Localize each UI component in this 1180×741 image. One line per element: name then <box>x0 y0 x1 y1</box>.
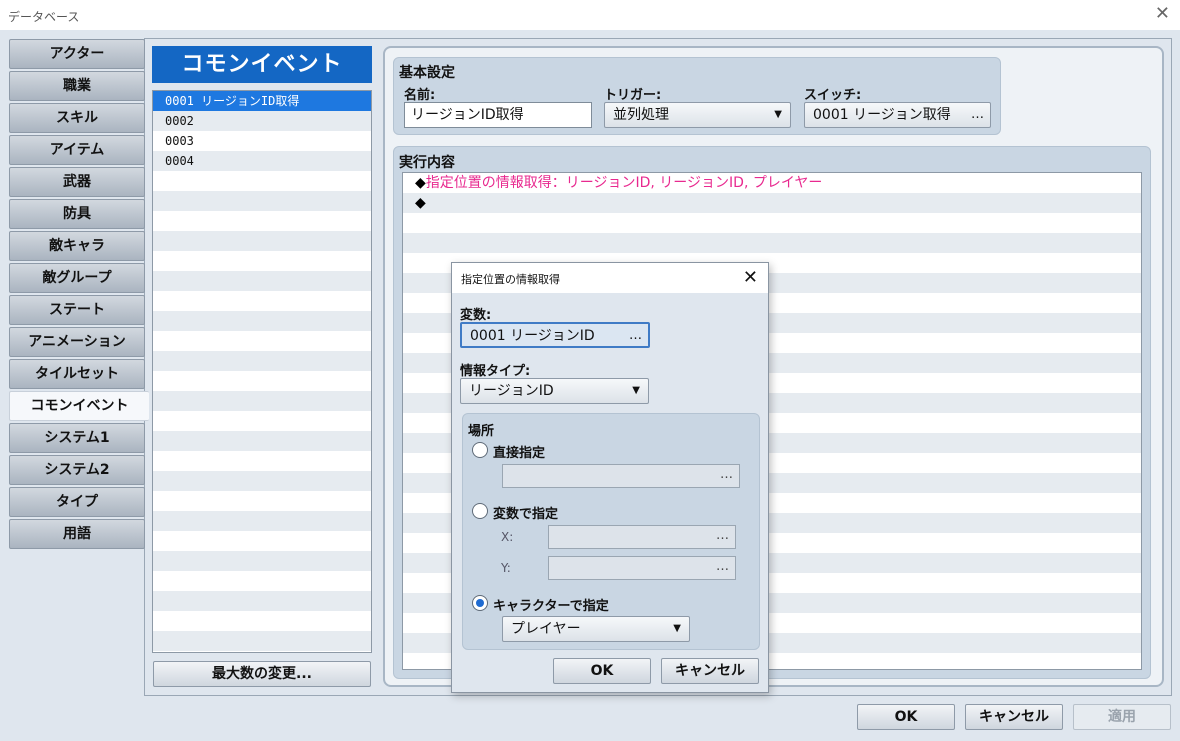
name-label: 名前: <box>404 88 436 103</box>
switch-label: スイッチ: <box>804 88 862 103</box>
direct-radio[interactable] <box>472 442 488 458</box>
variable-value: 0001 リージョンID <box>470 328 595 344</box>
list-item[interactable]: 0003 <box>153 131 371 151</box>
dialog-ok-button[interactable]: OK <box>553 658 651 684</box>
trigger-value: 並列処理 <box>613 107 669 123</box>
list-item[interactable]: 0001 リージョンID取得 <box>153 91 371 111</box>
ok-button[interactable]: OK <box>857 704 955 730</box>
tab-animation[interactable]: アニメーション <box>9 327 145 357</box>
location-label: 場所 <box>468 424 495 439</box>
x-variable-field[interactable]: … <box>548 525 736 549</box>
character-value: プレイヤー <box>511 621 581 637</box>
tab-troop[interactable]: 敵グループ <box>9 263 145 293</box>
tab-tileset[interactable]: タイルセット <box>9 359 145 389</box>
command-text: 指定位置の情報取得：リージョンID, リージョンID, プレイヤー <box>425 175 823 191</box>
cancel-button[interactable]: キャンセル <box>965 704 1063 730</box>
chevron-down-icon: ▼ <box>673 623 681 634</box>
switch-value: 0001 リージョン取得 <box>813 107 951 123</box>
by-variable-label: 変数で指定 <box>493 507 559 522</box>
tab-system1[interactable]: システム1 <box>9 423 145 453</box>
tab-state[interactable]: ステート <box>9 295 145 325</box>
location-group: 場所 直接指定 … 変数で指定 X: … Y: … キャラクターで指定 プレイヤ… <box>462 413 760 650</box>
by-variable-radio[interactable] <box>472 503 488 519</box>
tab-type[interactable]: タイプ <box>9 487 145 517</box>
dialog-titlebar: 指定位置の情報取得 ✕ <box>452 263 768 293</box>
ellipsis-icon[interactable]: … <box>629 324 642 348</box>
ellipsis-icon[interactable]: … <box>971 103 984 127</box>
diamond-icon: ◆ <box>415 175 426 191</box>
switch-picker[interactable]: 0001 リージョン取得 … <box>804 102 991 128</box>
command-row[interactable]: ◆ <box>403 193 1141 213</box>
tab-skill[interactable]: スキル <box>9 103 145 133</box>
tab-class[interactable]: 職業 <box>9 71 145 101</box>
character-select[interactable]: プレイヤー ▼ <box>502 616 690 642</box>
tab-enemy[interactable]: 敵キャラ <box>9 231 145 261</box>
tab-system2[interactable]: システム2 <box>9 455 145 485</box>
get-location-info-dialog: 指定位置の情報取得 ✕ 変数: 0001 リージョンID … 情報タイプ: リー… <box>451 262 769 693</box>
close-icon[interactable]: ✕ <box>1155 4 1170 24</box>
apply-button[interactable]: 適用 <box>1073 704 1171 730</box>
dialog-cancel-button[interactable]: キャンセル <box>661 658 759 684</box>
ellipsis-icon: … <box>716 559 729 574</box>
dialog-title: 指定位置の情報取得 <box>461 273 560 286</box>
tab-weapon[interactable]: 武器 <box>9 167 145 197</box>
trigger-label: トリガー: <box>604 88 662 103</box>
y-label: Y: <box>501 561 511 575</box>
basic-settings-label: 基本設定 <box>399 65 455 81</box>
direct-field[interactable]: … <box>502 464 740 488</box>
chevron-down-icon: ▼ <box>774 109 782 120</box>
by-character-radio[interactable] <box>472 595 488 611</box>
direct-label: 直接指定 <box>493 446 546 461</box>
variable-picker[interactable]: 0001 リージョンID … <box>460 322 650 348</box>
ellipsis-icon: … <box>720 467 733 482</box>
y-variable-field[interactable]: … <box>548 556 736 580</box>
command-row[interactable]: ◆指定位置の情報取得：リージョンID, リージョンID, プレイヤー <box>403 173 1141 193</box>
tab-armor[interactable]: 防具 <box>9 199 145 229</box>
chevron-down-icon: ▼ <box>632 385 640 396</box>
diamond-icon: ◆ <box>415 195 426 211</box>
list-header: コモンイベント <box>152 46 372 83</box>
basic-settings-panel: 基本設定 名前: リージョンID取得 トリガー: 並列処理 ▼ スイッチ: 00… <box>393 57 1001 135</box>
contents-label: 実行内容 <box>399 155 455 171</box>
tab-common-event[interactable]: コモンイベント <box>9 391 149 421</box>
by-character-label: キャラクターで指定 <box>493 599 609 614</box>
info-type-select[interactable]: リージョンID ▼ <box>460 378 649 404</box>
list-item[interactable]: 0002 <box>153 111 371 131</box>
tab-terms[interactable]: 用語 <box>9 519 145 549</box>
info-type-value: リージョンID <box>469 383 554 399</box>
tab-actor[interactable]: アクター <box>9 39 145 69</box>
ellipsis-icon: … <box>716 528 729 543</box>
info-type-label: 情報タイプ: <box>460 364 531 379</box>
window-title: データベース <box>8 10 80 24</box>
name-field[interactable]: リージョンID取得 <box>404 102 592 128</box>
tab-item[interactable]: アイテム <box>9 135 145 165</box>
window-titlebar: データベース ✕ <box>0 0 1180 30</box>
change-max-button[interactable]: 最大数の変更... <box>153 661 371 687</box>
variable-label: 変数: <box>460 308 492 323</box>
category-tabs: アクター 職業 スキル アイテム 武器 防具 敵キャラ 敵グループ ステート ア… <box>9 39 149 551</box>
close-icon[interactable]: ✕ <box>743 267 758 288</box>
trigger-select[interactable]: 並列処理 ▼ <box>604 102 791 128</box>
common-event-list[interactable]: 0001 リージョンID取得 0002 0003 0004 <box>152 90 372 653</box>
list-item[interactable]: 0004 <box>153 151 371 171</box>
x-label: X: <box>501 530 514 544</box>
